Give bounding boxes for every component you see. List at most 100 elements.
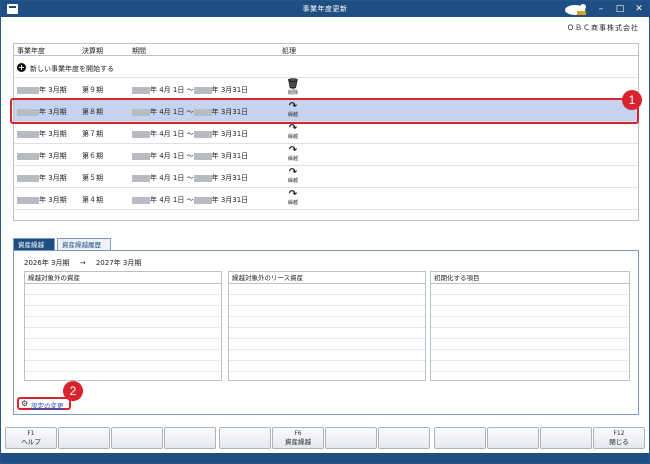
fiscal-year-cell: 年 3月期 — [39, 174, 67, 182]
fiscal-year-cell: 年 3月期 — [39, 196, 67, 204]
tab-asset-carry-forward[interactable]: 資産繰越 — [13, 238, 55, 250]
masked-year — [193, 174, 212, 182]
to-period: 2027年 3月期 — [95, 259, 142, 267]
f11-button[interactable] — [540, 427, 592, 449]
masked-year — [132, 196, 150, 204]
period-to-cell: 年 3月31日 — [211, 130, 249, 138]
f2-button[interactable] — [58, 427, 110, 449]
masked-year — [17, 152, 39, 160]
carry-forward-detail-panel: 2026年 3月期 → 2027年 3月期 繰越対象外の資産 繰越対象外のリース… — [13, 250, 639, 415]
f9-button[interactable] — [434, 427, 486, 449]
carry-forward-icon: ↷ — [288, 189, 298, 200]
f8-button[interactable] — [378, 427, 430, 449]
masked-year — [193, 152, 212, 160]
period-number-cell: 第５期 — [82, 174, 103, 182]
minimize-button[interactable]: – — [593, 2, 609, 16]
excluded-lease-assets-list[interactable]: 繰越対象外のリース資産 — [228, 271, 426, 381]
arrow-right-icon: → — [79, 259, 86, 267]
title-bar: 事業年度更新 – □ ✕ — [1, 1, 649, 17]
masked-year — [193, 86, 212, 94]
masked-year — [17, 174, 39, 182]
f1-help-button[interactable]: F1 ヘルプ — [5, 427, 57, 449]
f3-button[interactable] — [111, 427, 163, 449]
masked-year — [17, 130, 39, 138]
fiscal-year-cell: 年 3月期 — [39, 86, 67, 94]
f5-button[interactable] — [219, 427, 271, 449]
period-from-cell: 年 4月 1日 〜 — [150, 130, 194, 138]
carry-forward-button[interactable]: ↷ 繰越 — [286, 145, 300, 162]
period-number-cell: 第９期 — [82, 86, 103, 94]
masked-year — [193, 130, 212, 138]
main-window: 事業年度更新 – □ ✕ ＯＢＣ商事株式会社 事業年度 決算期 期間 処理 + … — [0, 0, 650, 464]
fiscal-year-table: 事業年度 決算期 期間 処理 + 新しい事業年度を開始する 年 3月期 第９期 … — [13, 43, 639, 221]
carry-forward-icon: ↷ — [288, 145, 298, 156]
column-header-period: 期間 — [132, 47, 146, 55]
tab-asset-carry-forward-history[interactable]: 資産繰越履歴 — [57, 238, 111, 250]
maximize-button[interactable]: □ — [612, 2, 628, 16]
table-row[interactable]: 年 3月期 第６期 年 4月 1日 〜 年 3月31日 ↷ 繰越 — [14, 144, 638, 166]
masked-year — [17, 196, 39, 204]
period-number-cell: 第６期 — [82, 152, 103, 160]
column-header-fiscal-year: 事業年度 — [17, 47, 45, 55]
f10-button[interactable] — [487, 427, 539, 449]
excluded-assets-header: 繰越対象外の資産 — [25, 272, 221, 284]
carry-forward-icon: ↷ — [288, 167, 298, 178]
callout-marker-1: 1 — [622, 90, 642, 110]
masked-year — [17, 86, 39, 94]
masked-year — [132, 152, 150, 160]
carry-forward-icon: ↷ — [288, 123, 298, 134]
period-from-cell: 年 4月 1日 〜 — [150, 174, 194, 182]
f12-close-button[interactable]: F12 閉じる — [593, 427, 645, 449]
close-window-button[interactable]: ✕ — [631, 2, 647, 16]
new-fiscal-year-row[interactable]: + 新しい事業年度を開始する — [14, 58, 638, 78]
masked-year — [132, 174, 150, 182]
plus-circle-icon: + — [17, 63, 26, 72]
column-header-action: 処理 — [282, 47, 296, 55]
period-transition: 2026年 3月期 → 2027年 3月期 — [24, 258, 141, 268]
callout-marker-2: 2 — [63, 381, 83, 401]
column-header-period-number: 決算期 — [82, 47, 103, 55]
masked-year — [132, 130, 150, 138]
change-settings-label: 設定の変更 — [31, 402, 64, 410]
f4-button[interactable] — [164, 427, 216, 449]
excluded-lease-assets-header: 繰越対象外のリース資産 — [229, 272, 425, 284]
period-from-cell: 年 4月 1日 〜 — [150, 152, 194, 160]
change-settings-link[interactable]: ⚙ 設定の変更 — [17, 397, 71, 410]
initialized-items-list[interactable]: 初期化する項目 — [430, 271, 630, 381]
carry-forward-button[interactable]: ↷ 繰越 — [286, 167, 300, 184]
period-from-cell: 年 4月 1日 〜 — [150, 86, 194, 94]
initialized-items-header: 初期化する項目 — [431, 272, 629, 284]
delete-button[interactable]: 🗑 削除 — [286, 79, 300, 96]
table-row[interactable]: 年 3月期 第４期 年 4月 1日 〜 年 3月31日 ↷ 繰越 — [14, 188, 638, 210]
masked-year — [132, 86, 150, 94]
period-number-cell: 第７期 — [82, 130, 103, 138]
table-row[interactable]: 年 3月期 第９期 年 4月 1日 〜 年 3月31日 🗑 削除 — [14, 78, 638, 100]
f7-button[interactable] — [325, 427, 377, 449]
brand-badge-icon — [565, 4, 586, 15]
table-header: 事業年度 決算期 期間 処理 — [14, 44, 638, 56]
period-to-cell: 年 3月31日 — [211, 152, 249, 160]
period-to-cell: 年 3月31日 — [211, 86, 249, 94]
carry-forward-button[interactable]: ↷ 繰越 — [286, 123, 300, 140]
fiscal-year-cell: 年 3月期 — [39, 152, 67, 160]
f6-asset-carry-forward-button[interactable]: F6 資産繰越 — [272, 427, 324, 449]
gear-icon: ⚙ — [21, 399, 29, 408]
period-from-cell: 年 4月 1日 〜 — [150, 196, 194, 204]
period-to-cell: 年 3月31日 — [211, 174, 249, 182]
table-row[interactable]: 年 3月期 第５期 年 4月 1日 〜 年 3月31日 ↷ 繰越 — [14, 166, 638, 188]
status-bar — [1, 453, 649, 463]
masked-year — [193, 196, 212, 204]
from-period: 2026年 3月期 — [24, 259, 70, 267]
window-title: 事業年度更新 — [302, 5, 348, 13]
function-key-bar: F1 ヘルプ F6 資産繰越 F12 閉じる — [1, 427, 649, 451]
excluded-assets-list[interactable]: 繰越対象外の資産 — [24, 271, 222, 381]
highlight-selected-row — [10, 98, 639, 124]
company-name: ＯＢＣ商事株式会社 — [567, 24, 639, 32]
carry-forward-button[interactable]: ↷ 繰越 — [286, 189, 300, 206]
new-fiscal-year-label: 新しい事業年度を開始する — [30, 65, 114, 73]
period-number-cell: 第４期 — [82, 196, 103, 204]
period-to-cell: 年 3月31日 — [211, 196, 249, 204]
table-row[interactable]: 年 3月期 第７期 年 4月 1日 〜 年 3月31日 ↷ 繰越 — [14, 122, 638, 144]
trash-icon: 🗑 — [286, 79, 300, 90]
fiscal-year-cell: 年 3月期 — [39, 130, 67, 138]
